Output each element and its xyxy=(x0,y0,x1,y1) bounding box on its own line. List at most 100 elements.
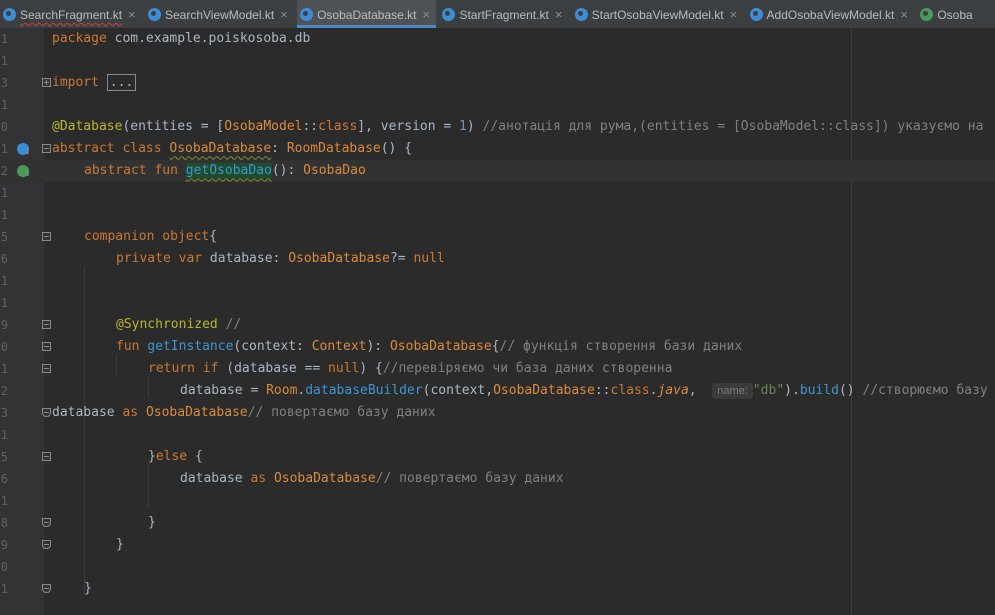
code-fragment: ?= xyxy=(389,251,414,266)
line-number: 1 xyxy=(0,186,8,200)
tab-label: SearchFragment.kt xyxy=(20,7,123,22)
type-name: OsobaDatabase xyxy=(493,383,595,398)
fold-end-icon[interactable] xyxy=(42,408,51,417)
code-line-1: 1 package com.example.poiskosoba.db xyxy=(0,28,995,50)
code-fragment: : xyxy=(271,141,287,156)
kotlin-file-icon xyxy=(147,8,161,22)
comment: //анотація для рума,(entities = [OsobaMo… xyxy=(482,119,984,134)
line-number: 1 xyxy=(0,32,8,46)
closing-brace: } xyxy=(84,581,92,596)
close-icon[interactable]: × xyxy=(555,1,563,28)
close-icon[interactable]: × xyxy=(900,1,908,28)
keyword: private var xyxy=(116,251,210,266)
code-fragment: ). xyxy=(784,383,800,398)
line-number: 5 xyxy=(0,230,8,244)
tab-osoba[interactable]: Osoba xyxy=(917,0,978,28)
line-number: 3 xyxy=(0,406,8,420)
code-editor[interactable]: 1 package com.example.poiskosoba.db 1 3 im… xyxy=(0,28,995,615)
function-name: build xyxy=(799,383,839,398)
code-text: fun getInstance(context: Context): Osoba… xyxy=(116,336,742,358)
code-fragment: (context, xyxy=(422,383,494,398)
type-name: RoomDatabase xyxy=(286,141,381,156)
arrow-down-icon: ↓ xyxy=(25,147,31,157)
fold-collapse-icon[interactable] xyxy=(42,320,51,329)
code-text: database as OsobaDatabase// повертаємо б… xyxy=(180,468,564,490)
comment: // xyxy=(217,317,242,332)
code-line-19: 1 xyxy=(0,424,995,446)
line-number: 2 xyxy=(0,384,8,398)
code-line-9: 1 xyxy=(0,204,995,226)
tab-search-view-model[interactable]: SearchViewModel.kt × xyxy=(145,0,294,28)
tab-label: SearchViewModel.kt xyxy=(164,7,275,22)
class-name: OsobaDatabase xyxy=(169,141,272,156)
line-number: 0 xyxy=(0,120,8,134)
close-icon[interactable]: × xyxy=(280,1,288,28)
code-line-18: 3 database as OsobaDatabase// повертаємо … xyxy=(0,402,995,424)
code-fragment: } xyxy=(148,449,156,464)
type-name: OsobaDatabase xyxy=(288,251,390,266)
annotation: @Synchronized xyxy=(116,317,218,332)
tab-label: AddOsobaViewModel.kt xyxy=(766,7,895,22)
type-name: OsobaDatabase xyxy=(273,471,376,486)
code-fragment: :: xyxy=(302,119,319,134)
arrow-down-icon: ↓ xyxy=(25,169,31,179)
keyword: as xyxy=(122,405,146,420)
line-number: 1 xyxy=(0,274,8,288)
editor-tab-bar: SearchFragment.kt × SearchViewModel.kt × O… xyxy=(0,0,995,29)
collapsed-imports[interactable]: ... xyxy=(106,74,137,91)
keyword: abstract fun xyxy=(84,163,186,178)
number-literal: 1 xyxy=(459,119,467,134)
kotlin-file-icon xyxy=(442,8,456,22)
function-name: databaseBuilder xyxy=(305,383,423,398)
tab-add-osoba-view-model[interactable]: AddOsobaViewModel.kt × xyxy=(747,0,914,28)
code-fragment: database: xyxy=(209,251,289,266)
code-line-2: 1 xyxy=(0,50,995,72)
code-text: } xyxy=(148,512,156,534)
keyword: else xyxy=(155,449,195,464)
fold-collapse-icon[interactable] xyxy=(42,342,51,351)
code-fragment: (entities = [ xyxy=(122,119,225,134)
tab-start-fragment[interactable]: StartFragment.kt × xyxy=(439,0,568,28)
fold-collapse-icon[interactable] xyxy=(42,144,51,153)
fold-collapse-icon[interactable] xyxy=(42,364,51,373)
code-text: import ... xyxy=(52,72,137,94)
line-number: 1 xyxy=(0,428,8,442)
property-name: java xyxy=(657,383,689,398)
close-icon[interactable]: × xyxy=(423,1,431,28)
code-line-7: 2 abstract fun getOsobaDao(): OsobaDao xyxy=(0,160,995,182)
tab-start-osoba-view-model[interactable]: StartOsobaViewModel.kt × xyxy=(572,0,743,28)
code-fragment: { xyxy=(209,229,218,244)
comment: // повертаємо базу даних xyxy=(375,471,564,486)
code-fragment: (database == xyxy=(226,361,329,376)
code-fragment: :: xyxy=(594,383,611,398)
code-line-14: 9 @Synchronized // xyxy=(0,314,995,336)
line-number: 0 xyxy=(0,560,8,574)
type-name: Context xyxy=(311,339,367,354)
code-line-21: 6 database as OsobaDatabase// повертаємо … xyxy=(0,468,995,490)
fold-end-icon[interactable] xyxy=(42,518,51,527)
keyword: fun xyxy=(116,339,148,354)
tab-search-fragment[interactable]: SearchFragment.kt × xyxy=(0,0,142,28)
close-icon[interactable]: × xyxy=(128,1,136,28)
kotlin-file-icon xyxy=(574,8,588,22)
fold-end-icon[interactable] xyxy=(42,584,51,593)
line-number: 9 xyxy=(0,318,8,332)
line-number: 1 xyxy=(0,296,8,310)
fold-end-icon[interactable] xyxy=(42,540,51,549)
tab-osoba-database[interactable]: OsobaDatabase.kt × xyxy=(297,0,437,28)
keyword: abstract class xyxy=(52,141,170,156)
keyword: companion object xyxy=(84,229,210,244)
code-line-8: 1 xyxy=(0,182,995,204)
fold-collapse-icon[interactable] xyxy=(42,232,51,241)
fold-expand-icon[interactable] xyxy=(42,78,51,87)
code-line-25: 0 xyxy=(0,556,995,578)
keyword: import xyxy=(52,75,99,90)
keyword: return if xyxy=(148,361,227,376)
close-icon[interactable]: × xyxy=(730,1,738,28)
code-text: }else { xyxy=(148,446,203,468)
code-text: abstract class OsobaDatabase: RoomDataba… xyxy=(52,138,412,160)
tab-label: OsobaDatabase.kt xyxy=(317,7,417,22)
fold-collapse-icon[interactable] xyxy=(42,452,51,461)
annotation: @Database xyxy=(52,119,123,134)
code-text: return if (database == null) {//перевіря… xyxy=(148,358,672,380)
